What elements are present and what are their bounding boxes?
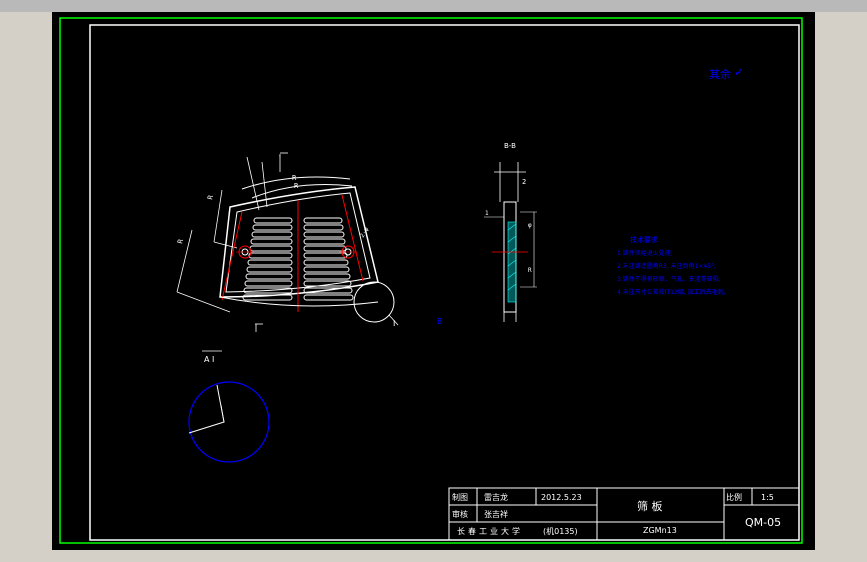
notes-line-4: 4.未注尺寸公差按IT12级, 加工后去毛刺。 (617, 288, 730, 296)
tb-date-1: 2012.5.23 (541, 493, 582, 502)
sec-dim-text-2: φ (528, 222, 532, 229)
tb-class-code: (机0135) (543, 526, 578, 536)
sec-dim-text-3: R (528, 267, 532, 274)
roughness-symbol: ✓ (734, 65, 744, 79)
view-label-b: B (437, 317, 443, 326)
slots-left (242, 217, 293, 301)
slots-right (303, 217, 354, 301)
tb-role-2: 审核 (452, 509, 468, 519)
roughness-note: 其余 (709, 67, 731, 81)
leader-6 (176, 291, 231, 313)
sec-dim-text-4: 1 (485, 210, 489, 217)
tech-notes: 技术要求 1.铸件须经退火处理; 2.未注铸造圆角R3, 未注倒角1×45°; … (617, 235, 730, 296)
cad-window: 其余 ✓ R R R R · 2-φ I B A I B-B 2 φ R 1 技… (0, 0, 867, 562)
dim-arc-2 (251, 184, 353, 199)
plate-view: R R R R · 2-φ I B (176, 152, 443, 332)
section-label: B-B (504, 142, 516, 150)
dim-left-1: R (206, 194, 215, 201)
view-a-a: A I (188, 350, 270, 463)
notes-line-2: 2.未注铸造圆角R3, 未注倒角1×45°; (617, 262, 716, 270)
view-label-one: I (212, 355, 214, 364)
view-a-circle (188, 381, 270, 463)
tb-scale-value: 1:5 (761, 493, 774, 502)
leader-4 (213, 189, 223, 243)
tb-drawing-no: QM-05 (745, 516, 781, 529)
tb-school: 长春工业大学 (457, 526, 523, 536)
title-block-text: 制图 雷吉龙 2012.5.23 比例 1:5 审核 张吉祥 筛 板 ZGMn1… (452, 492, 781, 536)
drawing-svg: 其余 ✓ R R R R · 2-φ I B A I B-B 2 φ R 1 技… (59, 17, 803, 544)
section-mark-top-dot: · (278, 153, 282, 160)
tb-scale-label: 比例 (726, 492, 742, 502)
view-a-profile-2 (220, 404, 225, 423)
notes-line-3: 3.铸件不得有砂眼、气孔、夹渣等缺陷; (617, 275, 721, 283)
sec-hatch (507, 221, 517, 303)
view-label-a: A (204, 355, 210, 364)
sec-dim-text-1: 2 (522, 178, 526, 186)
notes-title: 技术要求 (630, 235, 658, 244)
tb-name-1: 雷吉龙 (484, 492, 508, 502)
tb-material: ZGMn13 (643, 526, 677, 535)
drawing-canvas[interactable]: 其余 ✓ R R R R · 2-φ I B A I B-B 2 φ R 1 技… (52, 12, 815, 550)
notes-line-1: 1.铸件须经退火处理; (617, 249, 673, 257)
tb-name-2: 张吉祥 (484, 509, 508, 519)
hole-dim-text: 2-φ (359, 226, 371, 239)
view-a-profile (188, 384, 225, 434)
section-b-b: B-B 2 φ R 1 (484, 142, 537, 322)
window-top-strip (0, 0, 867, 12)
tb-role-1: 制图 (452, 492, 468, 502)
tb-part-name: 筛 板 (637, 499, 663, 513)
dim-left-2: R (176, 238, 185, 245)
detail-label: I (393, 319, 395, 328)
